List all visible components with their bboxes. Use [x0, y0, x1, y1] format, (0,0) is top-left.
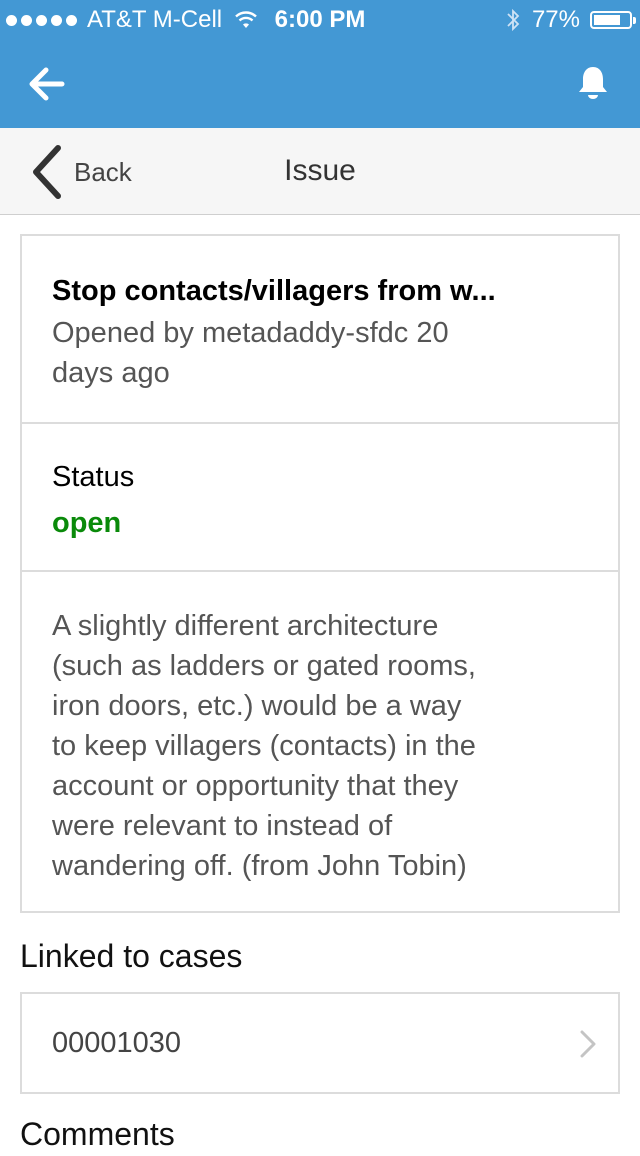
case-number: 00001030 [52, 1027, 182, 1059]
bell-icon[interactable] [576, 64, 610, 102]
description-line: were relevant to instead of [52, 810, 393, 842]
issue-summary: Stop contacts/villagers from w... Opened… [22, 236, 618, 424]
page-title: Issue [284, 154, 356, 187]
description-line: A slightly different architecture [52, 610, 439, 642]
status-badge: open [52, 507, 122, 539]
description-line: wandering off. (from John Tobin) [52, 850, 467, 882]
navigation-bar: Back Issue [0, 128, 640, 215]
description-text: A slightly different architecture (such … [52, 606, 532, 886]
linked-cases-heading: Linked to cases [20, 938, 243, 974]
description-line: iron doors, etc.) would be a way [52, 690, 462, 722]
issue-opened-line-1: Opened by metadaddy-sfdc 20 [52, 317, 449, 349]
description-line: account or opportunity that they [52, 770, 459, 802]
comments-heading: Comments [20, 1116, 175, 1152]
battery-percent: 77% [531, 6, 580, 33]
arrow-left-icon[interactable] [26, 66, 66, 102]
description-line: to keep villagers (contacts) in the [52, 730, 476, 762]
issue-title: Stop contacts/villagers from w... [52, 275, 496, 307]
issue-card: Stop contacts/villagers from w... Opened… [20, 234, 620, 913]
status-bar: AT&T M-Cell 6:00 PM 77% [0, 0, 640, 40]
issue-status-section: Status open [22, 424, 618, 572]
bluetooth-icon [507, 8, 520, 32]
description-line: (such as ladders or gated rooms, [52, 650, 476, 682]
issue-opened-line-2: days ago [52, 357, 170, 389]
issue-description: A slightly different architecture (such … [22, 572, 618, 886]
battery-icon [590, 11, 636, 29]
app-header: AT&T M-Cell 6:00 PM 77% [0, 0, 640, 128]
chevron-right-icon [580, 1030, 596, 1058]
status-label: Status [52, 461, 135, 493]
linked-case-row[interactable]: 00001030 [20, 992, 620, 1094]
